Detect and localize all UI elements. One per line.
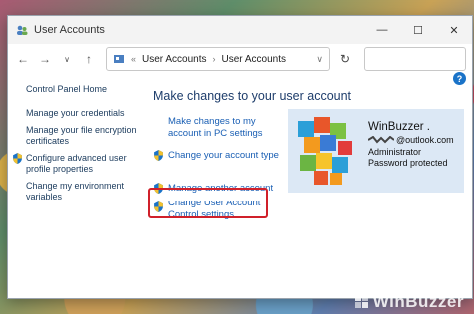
change-account-type-item[interactable]: Change your account type [153, 150, 279, 162]
account-email-row: @outlook.com [368, 135, 454, 145]
winbuzzer-watermark-logo-icon [354, 295, 368, 308]
account-name: WinBuzzer . [368, 121, 430, 133]
account-email: @outlook.com [396, 135, 454, 145]
profile-properties-link[interactable]: Configure advanced user profile properti… [26, 153, 146, 175]
search-input[interactable] [364, 47, 466, 71]
file-encryption-link[interactable]: Manage your file encryption certificates [26, 125, 146, 147]
account-password-status: Password protected [368, 158, 448, 168]
back-arrow-icon[interactable]: ← [14, 50, 32, 68]
account-role: Administrator [368, 147, 422, 157]
page-title: Make changes to your user account [153, 89, 352, 103]
address-bar[interactable]: « User Accounts › User Accounts ∨ [106, 47, 330, 71]
pc-settings-link[interactable]: Make changes to my account in PC setting… [168, 116, 278, 140]
close-button[interactable]: ✕ [436, 16, 472, 44]
account-card: WinBuzzer . @outlook.com Administrator P… [288, 109, 464, 193]
breadcrumb-separator-icon: › [212, 54, 216, 64]
main-content: ? Control Panel Home Manage your credent… [8, 72, 472, 298]
redaction-icon [368, 136, 394, 144]
breadcrumb-user-accounts-parent[interactable]: User Accounts [142, 54, 206, 65]
up-arrow-icon[interactable]: ↑ [80, 50, 98, 68]
change-account-type-link[interactable]: Change your account type [168, 150, 279, 162]
breadcrumb-overflow[interactable]: « [131, 54, 136, 64]
address-bar-row: ← → ∨ ↑ « User Accounts › User Accounts … [8, 44, 472, 74]
title-bar: User Accounts — ☐ ✕ [8, 16, 472, 44]
winbuzzer-watermark: WinBuzzer [354, 292, 464, 312]
uac-shield-icon [154, 150, 163, 161]
help-icon[interactable]: ? [453, 72, 466, 85]
profile-properties-item[interactable]: Configure advanced user profile properti… [12, 153, 146, 175]
forward-arrow-icon[interactable]: → [36, 50, 54, 68]
control-panel-icon [114, 55, 124, 63]
manage-credentials-link[interactable]: Manage your credentials [26, 108, 146, 119]
recent-chevron-down-icon[interactable]: ∨ [58, 50, 76, 68]
user-accounts-window: User Accounts — ☐ ✕ ← → ∨ ↑ « User Accou… [7, 15, 473, 299]
left-navigation: Control Panel Home Manage your credentia… [13, 84, 146, 209]
highlight-box [148, 188, 268, 218]
window-title: User Accounts [34, 24, 105, 36]
control-panel-home-link[interactable]: Control Panel Home [26, 84, 146, 95]
address-dropdown-icon[interactable]: ∨ [316, 54, 323, 65]
refresh-icon[interactable]: ↻ [334, 48, 356, 70]
user-accounts-icon [17, 25, 28, 35]
winbuzzer-logo-avatar [298, 117, 352, 185]
watermark-text: WinBuzzer [372, 292, 464, 311]
minimize-button[interactable]: — [364, 16, 400, 44]
uac-shield-icon [13, 153, 22, 164]
environment-variables-link[interactable]: Change my environment variables [26, 181, 146, 203]
breadcrumb-user-accounts[interactable]: User Accounts [222, 54, 286, 65]
maximize-button[interactable]: ☐ [400, 16, 436, 44]
